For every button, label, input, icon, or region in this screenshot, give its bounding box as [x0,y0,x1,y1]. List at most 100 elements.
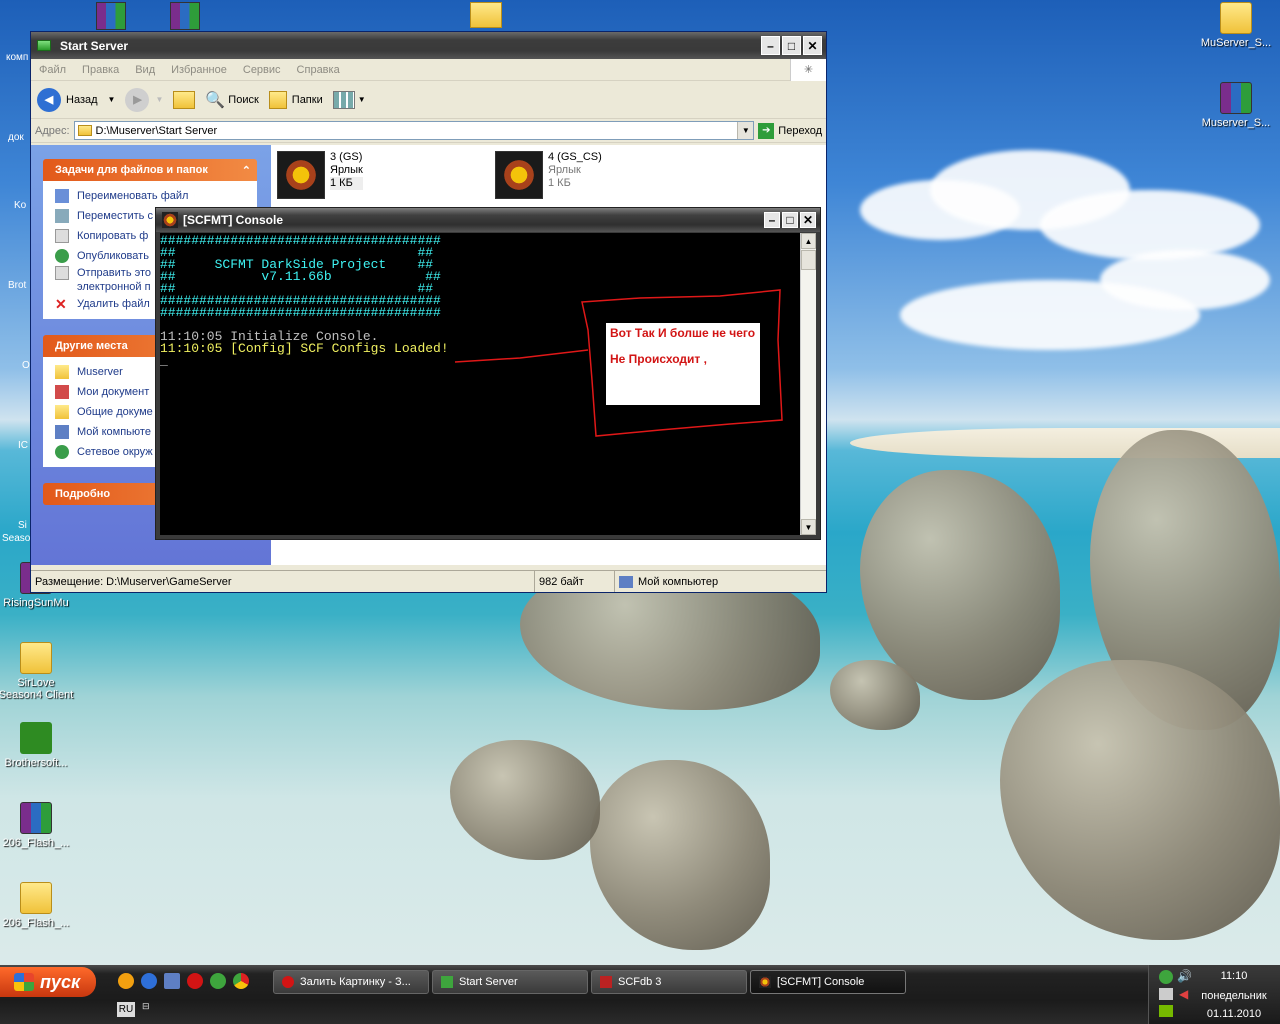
desktop-icon-206-flash-folder[interactable]: 206_Flash_... [0,882,74,929]
opera-icon [282,976,294,988]
globe-icon [55,249,69,263]
desktop-partial-label: док [8,132,24,143]
status-location: Размещение: D:\Muserver\GameServer [31,571,535,592]
up-folder-icon [173,90,196,109]
menu-help[interactable]: Справка [289,64,348,76]
winrar-icon[interactable] [170,2,200,30]
winrar-icon [1220,82,1252,114]
menu-favorites[interactable]: Избранное [163,64,235,76]
quicklaunch-chrome-icon[interactable] [233,973,249,989]
menu-edit[interactable]: Правка [74,64,127,76]
tray-warning-icon[interactable]: ◀ [1179,987,1188,1001]
go-button[interactable]: Переход [778,125,822,137]
file-item[interactable]: 4 (GS_CS) Ярлык 1 КБ [495,151,602,199]
taskbar-item-start-server[interactable]: Start Server [432,970,588,994]
winrar-icon [20,802,52,834]
go-arrow-icon[interactable]: ➔ [758,122,775,139]
search-button[interactable]: 🔍 Поиск [205,90,258,110]
folder-icon[interactable] [470,2,502,28]
explorer-titlebar[interactable]: Start Server – □ ✕ [31,32,826,59]
address-label: Адрес: [35,124,70,137]
quicklaunch-utorrent-icon[interactable] [210,973,226,989]
desktop-partial-label: O [22,360,30,371]
brothersoft-icon [20,722,52,754]
window-title: Start Server [60,38,129,53]
address-bar: Адрес: D:\Muserver\Start Server ▼ ➔ Пере… [31,119,826,143]
desktop-icon-brothersoft[interactable]: Brothersoft... [0,722,74,769]
views-button[interactable]: ▼ [332,90,366,109]
minimize-button[interactable]: – [764,212,780,228]
toolbar: ◀ Назад ▼ ▶ ▼ 🔍 Поиск Папки ▼ [31,81,826,119]
views-icon [332,90,355,109]
taskbar-item-scfdb[interactable]: SCFdb 3 [591,970,747,994]
mu-logo-icon [495,151,543,199]
tray-nvidia-icon[interactable] [1159,1005,1173,1017]
taskbar-item-console[interactable]: [SCFMT] Console [750,970,906,994]
delete-x-icon: ✕ [55,296,67,312]
file-item[interactable]: 3 (GS) Ярлык 1 КБ [277,151,363,199]
console-line: #################################### [160,305,441,320]
folder-icon [20,882,52,914]
collapse-icon[interactable]: ⌃ [242,164,251,177]
quicklaunch-desktop-icon[interactable] [164,973,180,989]
folders-icon [268,90,287,109]
close-button[interactable]: ✕ [800,212,816,228]
clock-date: 01.11.2010 [1206,1008,1262,1020]
menu-bar: Файл Правка Вид Избранное Сервис Справка… [31,58,826,81]
desktop-icon-muserver-folder[interactable]: MuServer_S... [1198,2,1274,49]
folder-icon [1220,2,1252,34]
scroll-thumb[interactable] [801,250,816,270]
windows-throbber-icon: ✳ [790,58,826,81]
folders-button[interactable]: Папки [268,90,323,109]
language-options-icon[interactable]: ⊟ [142,1001,150,1012]
quicklaunch-ie-icon[interactable] [141,973,157,989]
console-scrollbar[interactable]: ▲ ▼ [800,233,816,535]
status-bar: Размещение: D:\Muserver\GameServer 982 б… [31,570,826,592]
mu-logo-icon [162,212,178,228]
file-tasks-header[interactable]: Задачи для файлов и папок ⌃ [43,159,257,181]
tray-network-icon[interactable] [1159,988,1173,1000]
console-titlebar[interactable]: [SCFMT] Console – □ ✕ [156,208,820,232]
quicklaunch-avast-icon[interactable] [118,973,134,989]
clock-day: понедельник [1201,990,1267,1002]
chevron-down-icon[interactable]: ▼ [737,122,754,139]
tray-utorrent-icon[interactable] [1159,970,1173,984]
desktop-icon-sirlove[interactable]: SirLove Season4 Client [0,642,74,701]
task-rename[interactable]: Переименовать файл [55,186,257,206]
quicklaunch-opera-icon[interactable] [187,973,203,989]
start-button[interactable]: пуск [0,967,96,997]
maximize-button[interactable]: □ [782,36,801,55]
menu-file[interactable]: Файл [31,64,74,76]
forward-button[interactable]: ▶ ▼ [125,87,164,112]
console-title: [SCFMT] Console [183,213,283,227]
chevron-down-icon[interactable]: ▼ [108,95,116,104]
menu-tools[interactable]: Сервис [235,64,289,76]
maximize-button[interactable]: □ [782,212,798,228]
menu-view[interactable]: Вид [127,64,163,76]
folder-icon [20,642,52,674]
language-indicator[interactable]: RU [117,1002,135,1017]
close-button[interactable]: ✕ [803,36,822,55]
up-folder-button[interactable] [173,90,196,109]
folder-icon [77,125,92,136]
scroll-up-arrow-icon[interactable]: ▲ [801,233,816,249]
desktop-icon-206-flash-rar[interactable]: 206_Flash_... [0,802,74,849]
scroll-down-arrow-icon[interactable]: ▼ [801,519,816,535]
desktop-icon-muserver-rar[interactable]: Muserver_S... [1198,82,1274,129]
annotation-line-2: Не Происходит , [610,352,707,366]
status-zone: Мой компьютер [615,571,722,592]
taskbar-item-opera[interactable]: Залить Картинку - З... [273,970,429,994]
desktop-partial-label: Seaso [2,533,31,544]
chevron-down-icon: ▼ [357,95,366,104]
back-button[interactable]: ◀ Назад ▼ [37,87,116,112]
chevron-down-icon: ▼ [155,95,164,104]
clock-time[interactable]: 11:10 [1189,970,1279,982]
email-icon [55,266,69,280]
computer-icon [619,575,633,588]
address-input[interactable]: D:\Muserver\Start Server ▼ [73,121,755,140]
minimize-button[interactable]: – [761,36,780,55]
app-icon [600,976,612,988]
winrar-icon[interactable] [96,2,126,30]
annotation-line-1: Вот Так И болше не чего [610,326,756,340]
rename-icon [55,189,69,203]
